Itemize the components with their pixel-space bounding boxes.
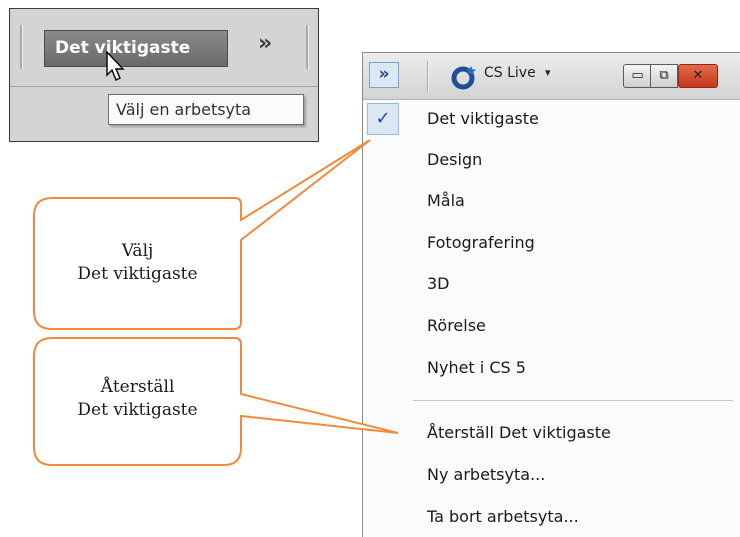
callout-1-line-2: Det viktigaste (77, 264, 198, 284)
callout-1-line-1: Välj (121, 241, 154, 261)
callout-text-2: Återställ Det viktigaste (40, 376, 235, 422)
callout-2-line-1: Återställ (100, 377, 175, 397)
callout-bubble-1 (33, 139, 371, 330)
callout-text-1: Välj Det viktigaste (40, 240, 235, 286)
callout-2-line-2: Det viktigaste (77, 400, 198, 420)
